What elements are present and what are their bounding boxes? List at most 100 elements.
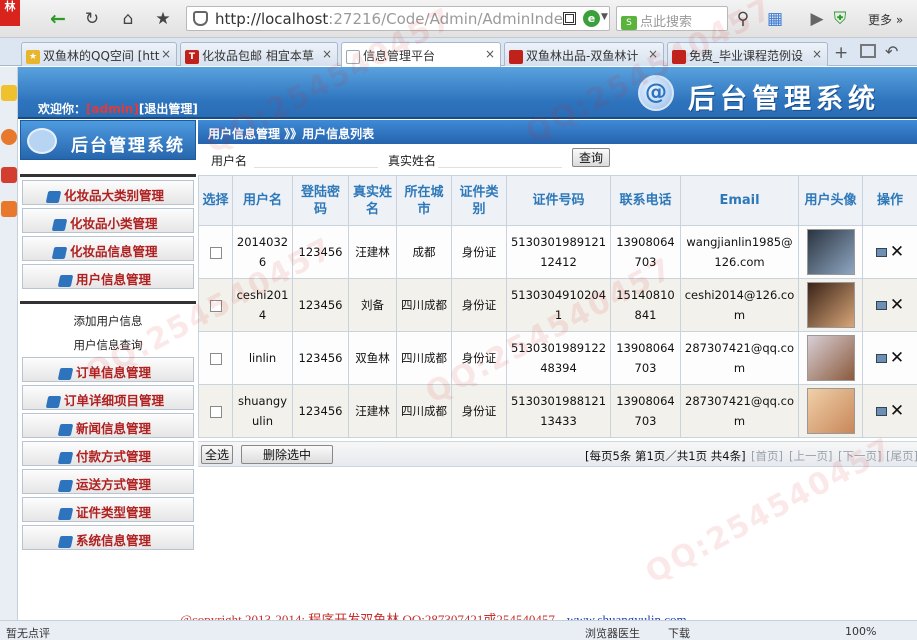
menu-news-info[interactable]: 新闻信息管理: [22, 413, 194, 438]
undo-icon[interactable]: ↶: [885, 42, 898, 61]
edit-icon[interactable]: [875, 301, 887, 310]
cell-email: 287307421@qq.com: [680, 384, 799, 438]
menu-label: 证件类型管理: [76, 505, 152, 520]
user-avatar: [806, 282, 855, 328]
search-engine-icon[interactable]: S: [621, 15, 637, 30]
delete-icon[interactable]: ✕: [890, 244, 904, 261]
edit-icon[interactable]: [875, 354, 887, 363]
submenu-query-user[interactable]: 用户信息查询: [20, 333, 196, 355]
note-icon[interactable]: [1, 201, 17, 217]
more-menu[interactable]: 更多 »: [868, 11, 903, 28]
close-icon[interactable]: ×: [485, 47, 495, 61]
menu-shipping-method[interactable]: 运送方式管理: [22, 469, 194, 494]
menu-cosmetics-category[interactable]: 化妆品大类别管理: [22, 180, 194, 205]
pencil-icon: [45, 190, 62, 203]
tab-course-design[interactable]: 免费_毕业课程范例设 ×: [667, 42, 828, 66]
menu-system-info[interactable]: 系统信息管理: [22, 525, 194, 550]
status-download[interactable]: 下载: [668, 625, 690, 640]
more-label: 更多: [868, 13, 893, 27]
browser-window: 林 ← ↻ ⌂ ★ http://localhost:27216/Code/Ad…: [0, 0, 917, 640]
select-all-button[interactable]: 全选: [201, 445, 233, 464]
search-form: 用户名 真实姓名 查询: [198, 145, 917, 173]
tab-shuangyulin[interactable]: 双鱼林出品-双鱼林计 ×: [504, 42, 664, 66]
query-button[interactable]: 查询: [572, 148, 610, 167]
menu-cosmetics-subcategory[interactable]: 化妆品小类管理: [22, 208, 194, 233]
sidebar-title: 后台管理系统: [71, 136, 185, 156]
side-toolbar: [0, 67, 18, 620]
restore-tab-icon[interactable]: [860, 44, 876, 58]
status-zoom[interactable]: 100%: [845, 625, 876, 638]
cell-username: 20140326: [232, 225, 293, 279]
weibo-icon[interactable]: [1, 129, 17, 145]
sidebar-header: 后台管理系统: [20, 120, 196, 160]
status-review[interactable]: 暂无点评: [6, 625, 50, 640]
close-icon[interactable]: ×: [322, 47, 332, 61]
delete-icon[interactable]: ✕: [890, 350, 904, 367]
media-icon[interactable]: ▶: [805, 7, 829, 31]
first-page-link[interactable]: [首页]: [751, 448, 783, 464]
row-checkbox[interactable]: [209, 405, 222, 418]
sidebar-divider: [20, 301, 196, 304]
favorites-icon[interactable]: [1, 85, 17, 101]
taobao-icon: T: [185, 49, 199, 64]
edit-icon[interactable]: [875, 407, 887, 416]
cell-id-type: 身份证: [451, 225, 507, 279]
menu-order-detail[interactable]: 订单详细项目管理: [22, 385, 194, 410]
star-icon[interactable]: ★: [151, 7, 175, 31]
site-link[interactable]: www.shuangyulin.com: [567, 612, 687, 620]
submenu-add-user[interactable]: 添加用户信息: [20, 309, 196, 331]
search-box[interactable]: S 点此搜索: [616, 6, 728, 31]
tab-qq-space[interactable]: ★ 双鱼林的QQ空间 [htt ×: [21, 42, 177, 66]
tab-admin-platform[interactable]: 信息管理平台 ×: [341, 42, 501, 67]
refresh-icon[interactable]: ↻: [80, 7, 104, 31]
chevron-down-icon[interactable]: ▼: [601, 12, 608, 22]
last-page-link[interactable]: [尾页]: [886, 448, 917, 464]
search-icon[interactable]: ⚲: [731, 7, 755, 31]
cell-phone: 13908064703: [610, 225, 681, 279]
tab-cosmetics[interactable]: T 化妆品包邮 相宜本草 ×: [180, 42, 338, 66]
delete-selected-button[interactable]: 删除选中: [241, 445, 333, 464]
security-shield-icon[interactable]: ⛨: [828, 7, 852, 31]
status-browser-doctor[interactable]: 浏览器医生: [585, 625, 640, 640]
row-checkbox[interactable]: [209, 299, 222, 312]
table-footer: 全选 删除选中 [每页5条 第1页／共1页 共4条] [首页] [上一页] [下…: [198, 441, 917, 467]
row-checkbox[interactable]: [209, 352, 222, 365]
close-icon[interactable]: ×: [812, 47, 822, 61]
menu-cosmetics-info[interactable]: 化妆品信息管理: [22, 236, 194, 261]
cell-id-type: 身份证: [451, 384, 507, 438]
back-arrow-icon[interactable]: ←: [46, 7, 70, 31]
apps-grid-icon[interactable]: ▦: [763, 7, 787, 31]
menu-order-info[interactable]: 订单信息管理: [22, 357, 194, 382]
address-bar[interactable]: http://localhost:27216/Code/Admin/AdminI…: [186, 6, 610, 31]
cell-city: 四川成都: [396, 331, 452, 385]
next-page-link[interactable]: [下一页]: [838, 448, 881, 464]
plus-icon[interactable]: +: [834, 43, 848, 63]
menu-user-info[interactable]: 用户信息管理: [22, 264, 194, 289]
menu-id-type[interactable]: 证件类型管理: [22, 497, 194, 522]
close-icon[interactable]: ×: [648, 47, 658, 61]
username-input[interactable]: [254, 149, 378, 168]
delete-icon[interactable]: ✕: [890, 297, 904, 314]
logout-link[interactable]: [退出管理]: [139, 102, 198, 116]
cell-password: 123456: [292, 225, 349, 279]
cell-id-type: 身份证: [451, 278, 507, 332]
menu-payment-method[interactable]: 付款方式管理: [22, 441, 194, 466]
row-checkbox[interactable]: [209, 246, 222, 259]
edit-icon[interactable]: [875, 248, 887, 257]
cell-id-type: 身份证: [451, 331, 507, 385]
url-text[interactable]: http://localhost:27216/Code/Admin/AdminI…: [215, 10, 563, 28]
realname-input[interactable]: [438, 149, 562, 168]
prev-page-link[interactable]: [上一页]: [789, 448, 832, 464]
cell-phone: 13908064703: [610, 384, 681, 438]
qr-code-icon[interactable]: [563, 12, 576, 25]
close-icon[interactable]: ×: [161, 47, 171, 61]
mail-icon[interactable]: [1, 167, 17, 183]
star-icon: ★: [26, 49, 40, 64]
delete-icon[interactable]: ✕: [890, 403, 904, 420]
pencil-icon: [57, 451, 74, 464]
cell-password: 123456: [292, 331, 349, 385]
home-icon[interactable]: ⌂: [116, 7, 140, 31]
cell-realname: 汪建林: [348, 225, 397, 279]
actions-cell: ✕: [862, 225, 917, 279]
compat-mode-icon[interactable]: e: [583, 10, 600, 27]
